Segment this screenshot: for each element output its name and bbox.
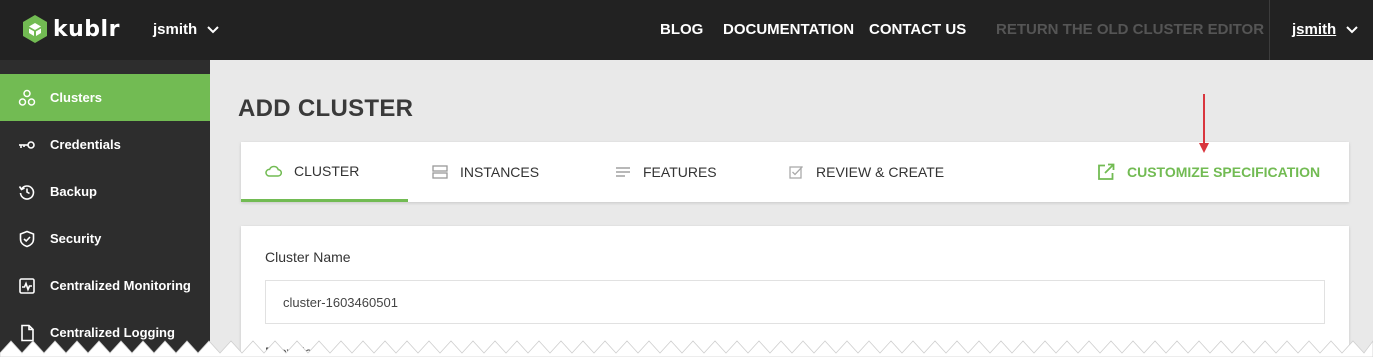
sidebar-item-label: Security xyxy=(50,231,102,246)
nav-documentation[interactable]: DOCUMENTATION xyxy=(723,21,854,38)
customize-label: CUSTOMIZE SPECIFICATION xyxy=(1127,164,1321,180)
tab-features[interactable]: FEATURES xyxy=(615,142,717,202)
tab-label: FEATURES xyxy=(643,164,717,180)
sidebar-item-label: Backup xyxy=(50,184,97,199)
cluster-name-input[interactable] xyxy=(265,280,1325,324)
user-name: jsmith xyxy=(1292,21,1337,38)
top-bar: kublr jsmith BLOG DOCUMENTATION CONTACT … xyxy=(0,0,1373,60)
nav-blog[interactable]: BLOG xyxy=(660,21,703,38)
kublr-logo-icon xyxy=(23,15,47,43)
tab-cluster[interactable]: CLUSTER xyxy=(241,142,408,202)
sidebar-item-credentials[interactable]: Credentials xyxy=(0,121,210,168)
sidebar-item-centralized-monitoring[interactable]: Centralized Monitoring xyxy=(0,262,210,309)
sidebar: Clusters Credentials Backup Security Cen… xyxy=(0,60,210,357)
sidebar-item-security[interactable]: Security xyxy=(0,215,210,262)
clusters-icon xyxy=(18,89,36,107)
sidebar-item-backup[interactable]: Backup xyxy=(0,168,210,215)
sidebar-item-clusters[interactable]: Clusters xyxy=(0,74,210,121)
checkbox-icon xyxy=(789,165,804,179)
tab-label: INSTANCES xyxy=(460,164,540,180)
sidebar-item-label: Centralized Logging xyxy=(50,325,175,340)
chevron-down-icon xyxy=(207,25,219,33)
shield-icon xyxy=(18,230,36,248)
server-icon xyxy=(432,165,448,179)
cluster-name-label: Cluster Name xyxy=(265,249,351,265)
page-title: ADD CLUSTER xyxy=(238,95,414,122)
brand-name: kublr xyxy=(53,16,120,42)
user-menu[interactable]: jsmith xyxy=(1292,21,1358,38)
return-old-editor-link[interactable]: RETURN THE OLD CLUSTER EDITOR xyxy=(996,21,1264,38)
kublr-logo[interactable]: kublr xyxy=(22,14,120,44)
backup-icon xyxy=(18,183,36,201)
topbar-divider xyxy=(1269,0,1270,60)
cloud-icon xyxy=(265,165,282,177)
sidebar-item-label: Centralized Monitoring xyxy=(50,278,191,293)
cluster-form-card: Cluster Name Provider xyxy=(241,226,1349,357)
external-link-icon xyxy=(1097,163,1115,181)
annotation-arrow-icon xyxy=(1199,94,1209,153)
wizard-tabs: CLUSTER INSTANCES FEATURES REVIEW & CREA… xyxy=(241,142,1349,202)
list-icon xyxy=(615,166,631,178)
chevron-down-icon xyxy=(1346,25,1358,33)
sidebar-item-label: Credentials xyxy=(50,137,121,152)
monitoring-icon xyxy=(18,277,36,295)
tab-label: REVIEW & CREATE xyxy=(816,164,945,180)
tab-instances[interactable]: INSTANCES xyxy=(432,142,539,202)
nav-contact-us[interactable]: CONTACT US xyxy=(869,21,966,38)
org-switcher[interactable]: jsmith xyxy=(153,21,219,38)
tab-label: CLUSTER xyxy=(294,162,360,179)
torn-edge xyxy=(0,340,1373,357)
org-name: jsmith xyxy=(153,21,198,38)
sidebar-item-label: Clusters xyxy=(50,90,103,105)
key-icon xyxy=(18,136,36,154)
tab-review-create[interactable]: REVIEW & CREATE xyxy=(789,142,944,202)
